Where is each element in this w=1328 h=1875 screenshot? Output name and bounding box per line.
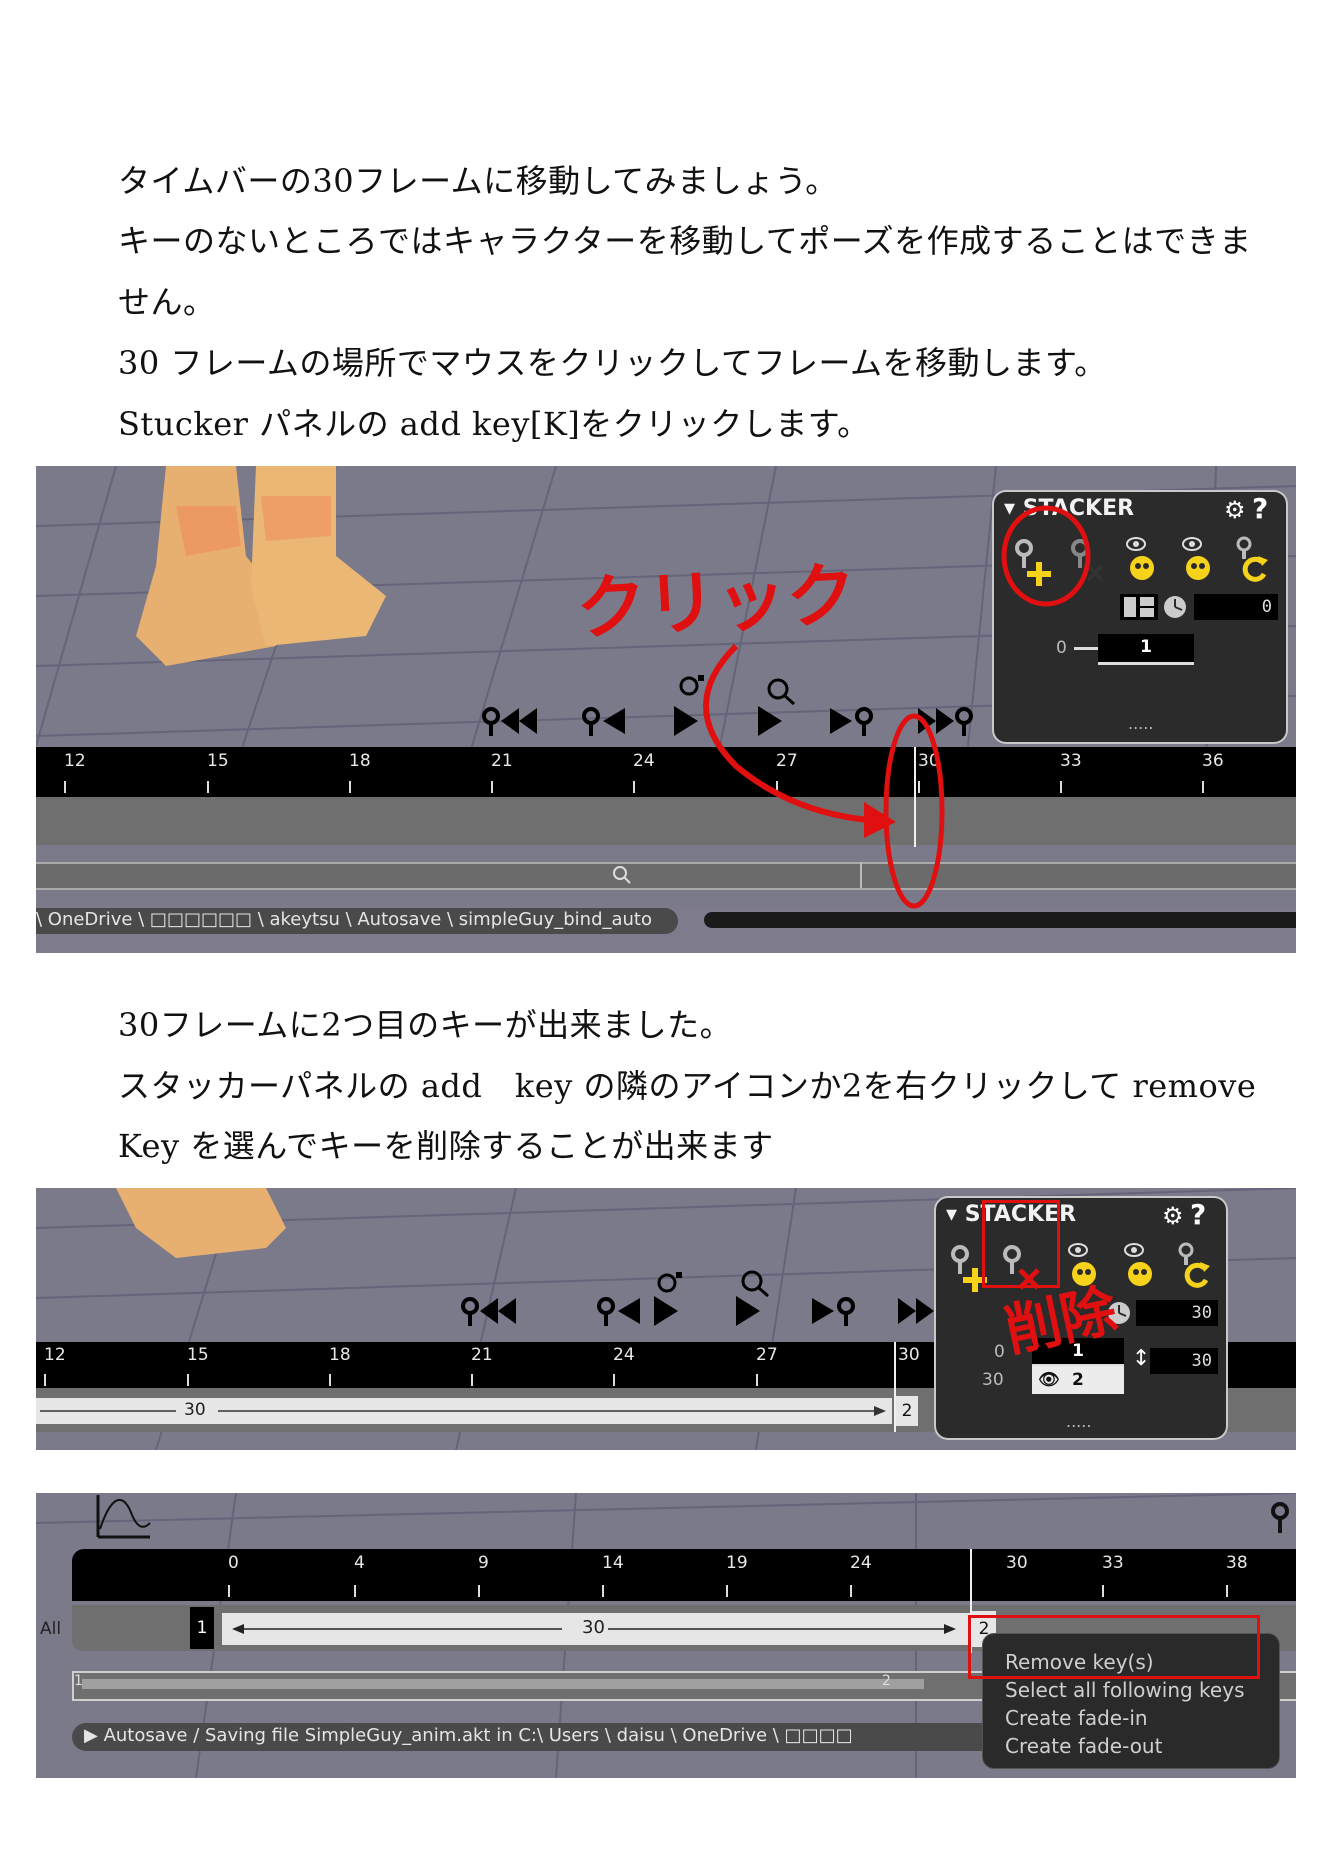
timeline-ruler-3[interactable]: 0 4 9 14 19 24 30 33 38 — [72, 1549, 1296, 1601]
instruction-line-1: タイムバーの30フレームに移動してみましょう。 — [118, 162, 838, 200]
key-slot-2-number: 2 — [1072, 1370, 1084, 1390]
time-value-field-2[interactable]: 30 — [1136, 1300, 1218, 1326]
tick-30: 30 — [898, 1345, 920, 1365]
tick-30: 30 — [1006, 1553, 1028, 1573]
goto-last-key-button-2[interactable] — [898, 1294, 938, 1328]
instruction-line-2: キーのないところではキャラクターを移動してポーズを作成することはできま — [118, 222, 1252, 260]
tick-14: 14 — [602, 1553, 624, 1573]
mini-key-1: 1 — [74, 1673, 83, 1689]
stacker-resize-grip-2[interactable]: ..... — [1066, 1412, 1091, 1431]
tick-0: 0 — [228, 1553, 239, 1573]
play-button-2[interactable] — [650, 1294, 680, 1328]
mini-range-fill — [82, 1679, 924, 1689]
tick-24: 24 — [613, 1345, 635, 1365]
tick-18: 18 — [329, 1345, 351, 1365]
status-pill-3: ▶ Autosave / Saving file SimpleGuy_anim.… — [72, 1723, 1052, 1751]
instruction-line-6: 30フレームに2つ目のキーが出来ました。 — [118, 1006, 733, 1044]
tick-33: 33 — [1102, 1553, 1124, 1573]
loop-key-icon-2[interactable] — [1172, 1240, 1216, 1292]
instruction-line-5: Stucker パネルの add key[K]をクリックします。 — [118, 405, 870, 443]
key-pin-icon[interactable] — [1268, 1499, 1296, 1539]
tick-15: 15 — [187, 1345, 209, 1365]
instruction-line-3: せん。 — [118, 283, 216, 321]
track-label: All — [40, 1619, 62, 1639]
tick-19: 19 — [726, 1553, 748, 1573]
tick-24: 24 — [850, 1553, 872, 1573]
instruction-line-8: Key を選んでキーを削除することが出来ます — [118, 1127, 774, 1165]
goto-first-key-button-2[interactable] — [460, 1294, 516, 1328]
tick-38: 38 — [1226, 1553, 1248, 1573]
key-span-arrow — [40, 1406, 886, 1416]
mini-key-2: 2 — [882, 1673, 891, 1689]
duration-field[interactable]: 30 — [1150, 1348, 1218, 1374]
next-key-button-2[interactable] — [812, 1294, 856, 1328]
key-slot-2[interactable]: 👁 2 — [1032, 1366, 1124, 1394]
menu-select-following-keys[interactable]: Select all following keys — [983, 1676, 1279, 1704]
curve-editor-icon[interactable] — [92, 1493, 152, 1541]
key-1[interactable]: 1 — [190, 1607, 214, 1649]
screenshot-remove-key-menu: 0 4 9 14 19 24 30 33 38 All 1 30 2 1 2 ▶… — [36, 1493, 1296, 1778]
prev-key-button-2[interactable] — [596, 1294, 640, 1328]
eye-icon: 👁 — [1038, 1370, 1060, 1390]
tick-27: 27 — [756, 1345, 778, 1365]
remove-key-highlight — [982, 1200, 1060, 1288]
tick-21: 21 — [471, 1345, 493, 1365]
red-annotation-marks — [703, 505, 1091, 909]
click-annotation: クリック — [574, 553, 859, 651]
tick-9: 9 — [478, 1553, 489, 1573]
duration-icon: ↕ — [1132, 1346, 1151, 1371]
status-text-3: ▶ Autosave / Saving file SimpleGuy_anim.… — [84, 1725, 853, 1746]
key2-frame-label: 30 — [982, 1370, 1004, 1390]
play-forward-button-2[interactable] — [732, 1294, 762, 1328]
tick-12: 12 — [44, 1345, 66, 1365]
instruction-line-4: 30 フレームの場所でマウスをクリックしてフレームを移動します。 — [118, 344, 1107, 382]
key1-frame-label: 0 — [994, 1342, 1005, 1362]
menu-create-fade-in[interactable]: Create fade-in — [983, 1704, 1279, 1732]
gear-icon-2[interactable]: ⚙ — [1162, 1202, 1184, 1230]
menu-create-fade-out[interactable]: Create fade-out — [983, 1732, 1279, 1760]
key-span-label: 30 — [184, 1400, 206, 1420]
instruction-line-7: スタッカーパネルの add key の隣のアイコンか2を右クリックして remo… — [118, 1067, 1257, 1105]
tick-4: 4 — [354, 1553, 365, 1573]
remove-keys-highlight — [968, 1615, 1260, 1679]
key-span-label-3: 30 — [582, 1617, 605, 1638]
screenshot-timeline-add-key: 12 15 18 21 24 27 30 33 36 \ OneDrive \ … — [36, 466, 1296, 953]
key-marker-2[interactable]: 2 — [896, 1396, 918, 1426]
visibility-key-2-icon-2[interactable] — [1118, 1240, 1162, 1292]
screenshot-stacker-second-key: 12 15 18 21 24 27 30 30 2 ▾ STACKER ⚙ ? — [36, 1188, 1296, 1450]
help-icon-2[interactable]: ? — [1190, 1198, 1206, 1231]
